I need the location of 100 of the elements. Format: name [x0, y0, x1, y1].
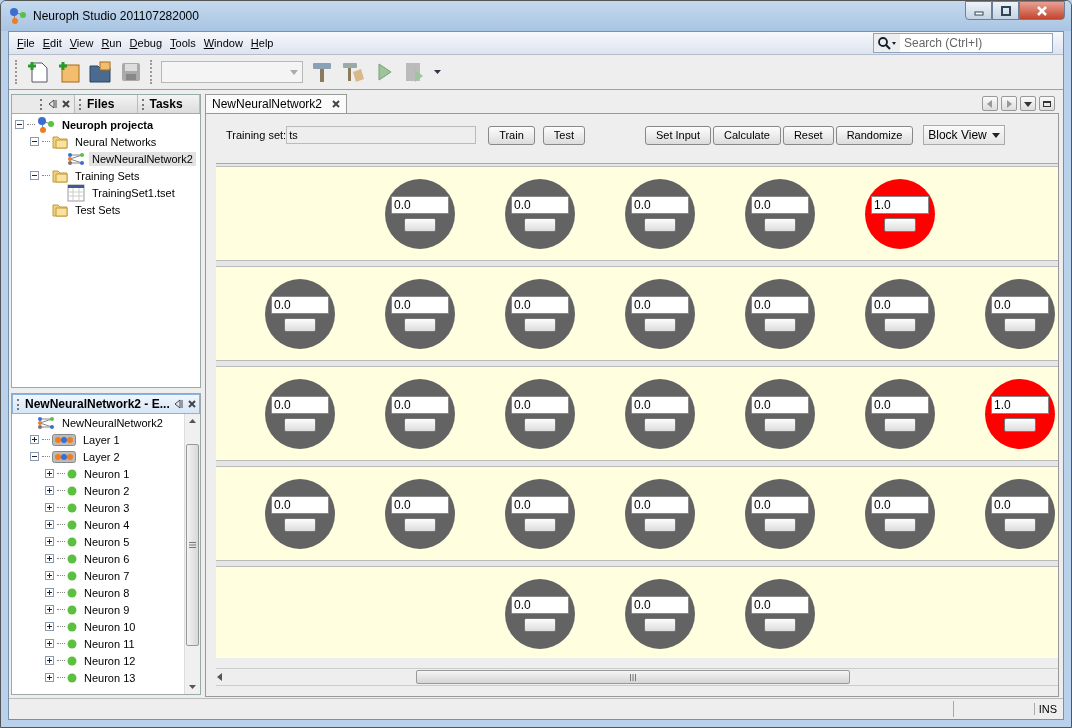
menu-item[interactable]: File [13, 37, 39, 49]
neuron-node[interactable]: 0.0 [625, 578, 695, 649]
neuron-node[interactable]: 0.0 [385, 178, 455, 249]
neuron-button[interactable] [764, 617, 796, 632]
tree-item[interactable]: Neuron 6 [81, 551, 133, 566]
neuron-button[interactable] [524, 517, 556, 532]
neuron-button[interactable] [524, 417, 556, 432]
expand-icon[interactable] [30, 435, 39, 444]
minimize-window-icon[interactable] [173, 399, 184, 409]
action-button[interactable]: Test [542, 125, 585, 145]
neuron-node[interactable]: 0.0 [505, 178, 575, 249]
tree-item[interactable]: Neuroph projecta [59, 117, 157, 132]
value-field[interactable]: 0.0 [751, 295, 809, 314]
tree-item[interactable]: Neural Networks [72, 134, 160, 149]
expand-icon[interactable] [45, 503, 54, 512]
search-box[interactable]: Search (Ctrl+I) [873, 33, 1053, 53]
value-field[interactable]: 0.0 [631, 195, 689, 214]
neuron-node[interactable]: 1.0 [985, 378, 1055, 449]
tree-item[interactable]: Neuron 9 [81, 602, 133, 617]
tree-item[interactable]: Neuron 7 [81, 568, 133, 583]
minimize-button[interactable] [965, 1, 992, 20]
value-field[interactable]: 0.0 [271, 395, 329, 414]
neuron-node[interactable]: 0.0 [745, 178, 815, 249]
panel-tab[interactable]: Files [75, 95, 138, 113]
neuron-button[interactable] [404, 217, 436, 232]
neuron-node[interactable]: 0.0 [265, 378, 335, 449]
neuron-node[interactable]: 0.0 [385, 378, 455, 449]
open-folder-icon[interactable] [88, 60, 112, 84]
vertical-scrollbar[interactable] [184, 414, 200, 694]
neuron-button[interactable] [524, 217, 556, 232]
menu-item[interactable]: Window [199, 37, 247, 49]
minimize-window-icon[interactable] [48, 99, 58, 109]
tree-item[interactable]: Neuron 4 [81, 517, 133, 532]
tree-item[interactable]: NewNeuralNetwork2 [89, 151, 196, 166]
neuron-node[interactable]: 1.0 [865, 178, 935, 249]
action-button[interactable]: Randomize [835, 125, 914, 145]
new-folder-icon[interactable] [57, 60, 81, 84]
value-field[interactable]: 0.0 [751, 395, 809, 414]
collapse-icon[interactable] [30, 452, 39, 461]
expand-icon[interactable] [45, 588, 54, 597]
neuron-node[interactable]: 0.0 [625, 278, 695, 349]
neuron-button[interactable] [764, 517, 796, 532]
neuron-node[interactable]: 0.0 [625, 178, 695, 249]
neuron-button[interactable] [764, 317, 796, 332]
neuron-button[interactable] [644, 617, 676, 632]
neuron-node[interactable]: 0.0 [505, 378, 575, 449]
neuron-button[interactable] [1004, 317, 1036, 332]
value-field[interactable]: 0.0 [271, 295, 329, 314]
tree-item[interactable]: Neuron 8 [81, 585, 133, 600]
menu-item[interactable]: Debug [125, 37, 166, 49]
tree-item[interactable]: NewNeuralNetwork2 [59, 415, 166, 430]
caret-icon[interactable] [434, 70, 441, 74]
value-field[interactable]: 0.0 [511, 595, 569, 614]
new-file-icon[interactable] [26, 60, 50, 84]
menu-item[interactable]: Help [246, 37, 278, 49]
expand-icon[interactable] [45, 656, 54, 665]
tree-item[interactable]: Test Sets [72, 202, 124, 217]
neuron-button[interactable] [524, 617, 556, 632]
neuron-node[interactable]: 0.0 [745, 378, 815, 449]
neuron-button[interactable] [284, 517, 316, 532]
neuron-node[interactable]: 0.0 [505, 278, 575, 349]
value-field[interactable]: 0.0 [871, 295, 929, 314]
neuron-button[interactable] [884, 517, 916, 532]
scroll-right-icon[interactable] [1005, 99, 1013, 108]
neuron-button[interactable] [404, 317, 436, 332]
value-field[interactable]: 0.0 [751, 495, 809, 514]
value-field[interactable]: 0.0 [871, 395, 929, 414]
hammer-icon[interactable] [310, 60, 334, 84]
neuron-button[interactable] [764, 417, 796, 432]
expand-icon[interactable] [45, 571, 54, 580]
neuron-node[interactable]: 0.0 [385, 478, 455, 549]
expand-icon[interactable] [45, 639, 54, 648]
neuron-button[interactable] [884, 317, 916, 332]
neuron-node[interactable]: 0.0 [265, 278, 335, 349]
neuron-button[interactable] [1004, 417, 1036, 432]
neuron-node[interactable]: 0.0 [265, 478, 335, 549]
neuron-node[interactable]: 0.0 [625, 378, 695, 449]
menu-item[interactable]: Edit [38, 37, 66, 49]
neuron-button[interactable] [284, 417, 316, 432]
neuron-node[interactable]: 0.0 [745, 578, 815, 649]
horizontal-scrollbar[interactable] [216, 668, 1058, 686]
value-field[interactable]: 1.0 [871, 195, 929, 214]
tree-item[interactable]: Neuron 3 [81, 500, 133, 515]
menu-item[interactable]: Tools [166, 37, 200, 49]
action-button[interactable]: Set Input [644, 125, 711, 145]
tree-item[interactable]: Layer 1 [80, 432, 123, 447]
value-field[interactable]: 0.0 [631, 395, 689, 414]
value-field[interactable]: 0.0 [751, 195, 809, 214]
expand-icon[interactable] [45, 673, 54, 682]
tree-item[interactable]: Neuron 5 [81, 534, 133, 549]
tree-item[interactable]: Neuron 1 [81, 466, 133, 481]
value-field[interactable]: 0.0 [391, 495, 449, 514]
neuron-button[interactable] [644, 317, 676, 332]
neuron-button[interactable] [404, 417, 436, 432]
action-button[interactable]: Reset [782, 125, 834, 145]
tree-item[interactable]: Neuron 11 [81, 636, 138, 651]
neuron-button[interactable] [1004, 517, 1036, 532]
neuron-node[interactable]: 0.0 [505, 578, 575, 649]
close-icon[interactable] [62, 100, 70, 108]
neuron-button[interactable] [524, 317, 556, 332]
